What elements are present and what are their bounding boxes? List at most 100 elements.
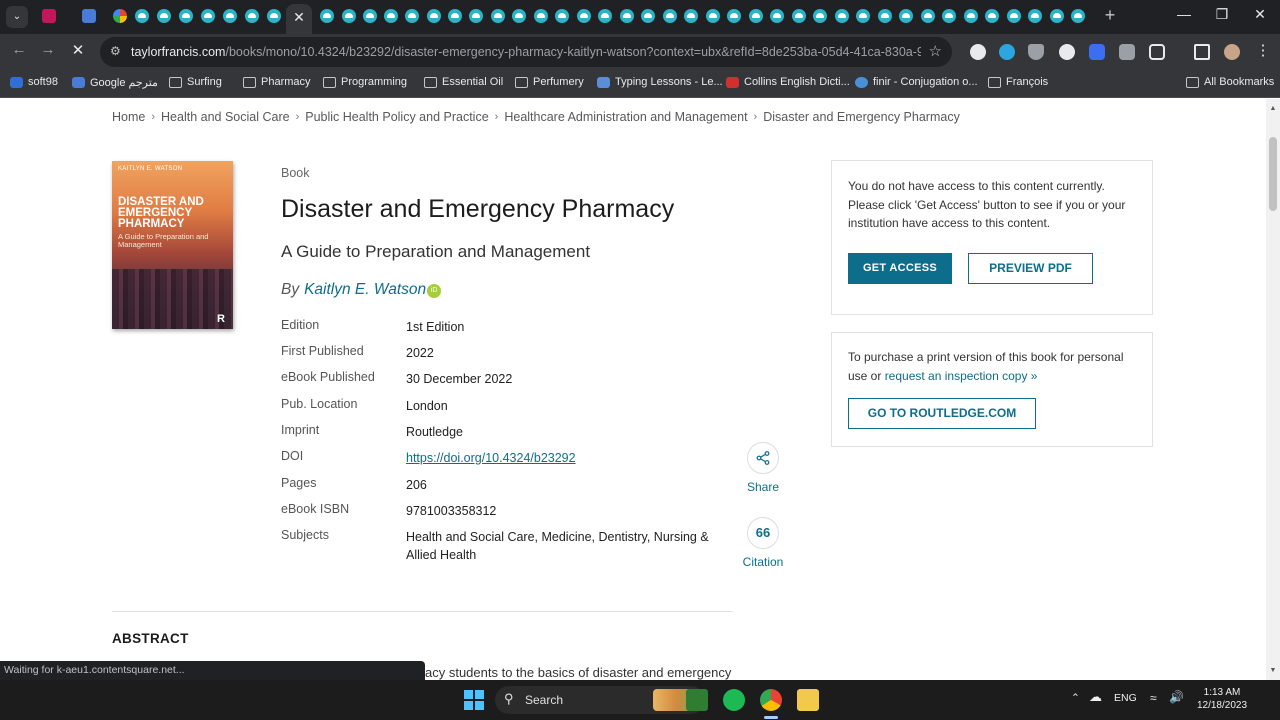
- share-icon[interactable]: [747, 442, 779, 474]
- tab-page-icon[interactable]: [835, 9, 849, 23]
- extension-icon[interactable]: [1059, 44, 1075, 60]
- wifi-icon[interactable]: ≈: [1150, 691, 1157, 705]
- go-to-routledge-button[interactable]: GO TO ROUTLEDGE.COM: [848, 398, 1036, 429]
- tab-page-icon[interactable]: [792, 9, 806, 23]
- tab-page-icon[interactable]: [448, 9, 462, 23]
- close-window-button[interactable]: ✕: [1240, 6, 1280, 23]
- file-explorer-app-icon[interactable]: [797, 689, 819, 711]
- tab-page-icon[interactable]: [684, 9, 698, 23]
- bookmark-folder[interactable]: Programming: [323, 76, 407, 88]
- preview-pdf-button[interactable]: PREVIEW PDF: [968, 253, 1093, 284]
- reading-list-icon[interactable]: [1119, 44, 1135, 60]
- tab-search-button[interactable]: ⌄: [6, 6, 28, 28]
- url-text[interactable]: taylorfrancis.com/books/mono/10.4324/b23…: [131, 45, 921, 59]
- tab-page-icon[interactable]: [727, 9, 741, 23]
- tab-page-icon[interactable]: [491, 9, 505, 23]
- tab-page-icon[interactable]: [384, 9, 398, 23]
- tab-page-icon[interactable]: [706, 9, 720, 23]
- tab-page-icon[interactable]: [201, 9, 215, 23]
- shield-icon[interactable]: [1028, 44, 1044, 60]
- menu-kebab-icon[interactable]: ⋮: [1252, 41, 1274, 59]
- tab-page-icon[interactable]: [342, 9, 356, 23]
- notepad-app-icon[interactable]: [686, 689, 708, 711]
- inspection-copy-link[interactable]: request an inspection copy: [885, 369, 1028, 383]
- tab-page-icon[interactable]: [770, 9, 784, 23]
- tab-page-icon[interactable]: [749, 9, 763, 23]
- bookmark-folder[interactable]: Perfumery: [515, 76, 584, 88]
- tab-page-icon[interactable]: [985, 9, 999, 23]
- tab-page-icon[interactable]: [577, 9, 591, 23]
- author-link[interactable]: Kaitlyn E. Watson: [304, 281, 426, 299]
- address-bar[interactable]: ⚙ taylorfrancis.com/books/mono/10.4324/b…: [100, 37, 952, 67]
- breadcrumb-item[interactable]: Health and Social Care: [161, 110, 290, 124]
- quote-icon[interactable]: 66: [747, 517, 779, 549]
- back-button[interactable]: ←: [8, 41, 30, 58]
- show-hidden-icons-icon[interactable]: ⌃: [1071, 692, 1080, 704]
- tab-page-icon[interactable]: [663, 9, 677, 23]
- bookmark-folder[interactable]: Surfing: [169, 76, 222, 88]
- tab-page-icon[interactable]: [267, 9, 281, 23]
- tab-page-icon[interactable]: [157, 9, 171, 23]
- windows-start-icon[interactable]: [464, 690, 484, 710]
- breadcrumb-item[interactable]: Public Health Policy and Practice: [305, 110, 488, 124]
- weather-cloud-icon[interactable]: ☁: [1089, 689, 1102, 705]
- tab-page-icon[interactable]: [1007, 9, 1021, 23]
- taskbar-clock[interactable]: 1:13 AM 12/18/2023: [1193, 686, 1251, 712]
- tab-page-icon[interactable]: [534, 9, 548, 23]
- share-label[interactable]: Share: [733, 480, 793, 494]
- bookmark-item[interactable]: Google مترجم: [72, 76, 158, 89]
- share-action[interactable]: Share: [733, 442, 793, 494]
- citation-label[interactable]: Citation: [733, 555, 793, 569]
- tab-page-icon[interactable]: [179, 9, 193, 23]
- tab-page-icon[interactable]: [223, 9, 237, 23]
- tab-page-icon[interactable]: [964, 9, 978, 23]
- tab-translate-icon[interactable]: [82, 9, 96, 23]
- bookmark-item[interactable]: Collins English Dicti...: [726, 76, 850, 88]
- tab-page-icon[interactable]: [469, 9, 483, 23]
- tab-page-icon[interactable]: [878, 9, 892, 23]
- new-tab-button[interactable]: +: [1100, 5, 1120, 26]
- tab-page-icon[interactable]: [512, 9, 526, 23]
- scroll-down-arrow-icon[interactable]: ▼: [1269, 667, 1277, 674]
- stop-loading-button[interactable]: ✕: [67, 41, 89, 59]
- bookmark-folder[interactable]: Pharmacy: [243, 76, 311, 88]
- breadcrumb-item[interactable]: Healthcare Administration and Management: [504, 110, 747, 124]
- bookmark-folder[interactable]: François: [988, 76, 1048, 88]
- tab-page-icon[interactable]: [1071, 9, 1085, 23]
- tab-page-icon[interactable]: [555, 9, 569, 23]
- tab-page-icon[interactable]: [921, 9, 935, 23]
- tab-page-icon[interactable]: [856, 9, 870, 23]
- extension-icon[interactable]: [970, 44, 986, 60]
- tab-app-icon[interactable]: [42, 9, 56, 23]
- tab-page-icon[interactable]: [320, 9, 334, 23]
- bookmark-item[interactable]: finir - Conjugation o...: [855, 76, 978, 88]
- scrollbar-thumb[interactable]: [1269, 137, 1277, 211]
- tab-page-icon[interactable]: [245, 9, 259, 23]
- bookmark-item[interactable]: Typing Lessons - Le...: [597, 76, 723, 88]
- tab-page-icon[interactable]: [899, 9, 913, 23]
- scroll-up-arrow-icon[interactable]: ▲: [1269, 105, 1277, 112]
- page-scrollbar[interactable]: ▲ ▼: [1266, 99, 1280, 680]
- restore-button[interactable]: ❐: [1202, 6, 1242, 23]
- tab-page-icon[interactable]: [1028, 9, 1042, 23]
- extension-icon[interactable]: [1089, 44, 1105, 60]
- site-info-icon[interactable]: ⚙: [110, 44, 121, 58]
- tab-page-icon[interactable]: [813, 9, 827, 23]
- breadcrumb-home[interactable]: Home: [112, 110, 145, 124]
- citation-action[interactable]: 66 Citation: [733, 517, 793, 569]
- telegram-icon[interactable]: [999, 44, 1015, 60]
- tab-page-icon[interactable]: [405, 9, 419, 23]
- minimize-button[interactable]: —: [1164, 6, 1204, 22]
- language-indicator[interactable]: ENG: [1114, 692, 1137, 704]
- all-bookmarks[interactable]: All Bookmarks: [1186, 76, 1274, 88]
- extensions-puzzle-icon[interactable]: [1149, 44, 1165, 60]
- doi-link[interactable]: https://doi.org/10.4324/b23292: [406, 451, 576, 465]
- get-access-button[interactable]: GET ACCESS: [848, 253, 952, 284]
- tab-page-icon[interactable]: [427, 9, 441, 23]
- tab-google-icon[interactable]: [113, 9, 127, 23]
- volume-icon[interactable]: 🔊: [1169, 690, 1184, 704]
- spotify-app-icon[interactable]: [723, 689, 745, 711]
- taskbar-search[interactable]: ⚲ Search: [495, 686, 705, 714]
- tab-page-icon[interactable]: [135, 9, 149, 23]
- chrome-app-icon[interactable]: [760, 689, 782, 711]
